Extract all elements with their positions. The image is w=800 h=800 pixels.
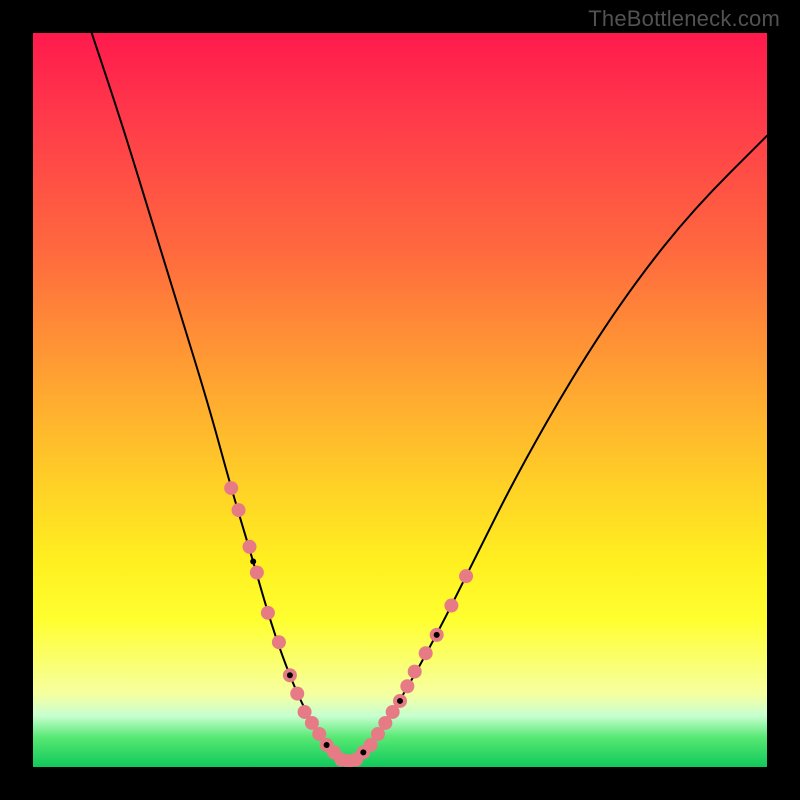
chart-svg	[33, 33, 767, 767]
plot-area	[33, 33, 767, 767]
watermark-text: TheBottleneck.com	[588, 6, 780, 32]
black-dots	[250, 558, 440, 755]
chart-frame: TheBottleneck.com	[0, 0, 800, 800]
highlight-dots-right	[334, 569, 473, 767]
